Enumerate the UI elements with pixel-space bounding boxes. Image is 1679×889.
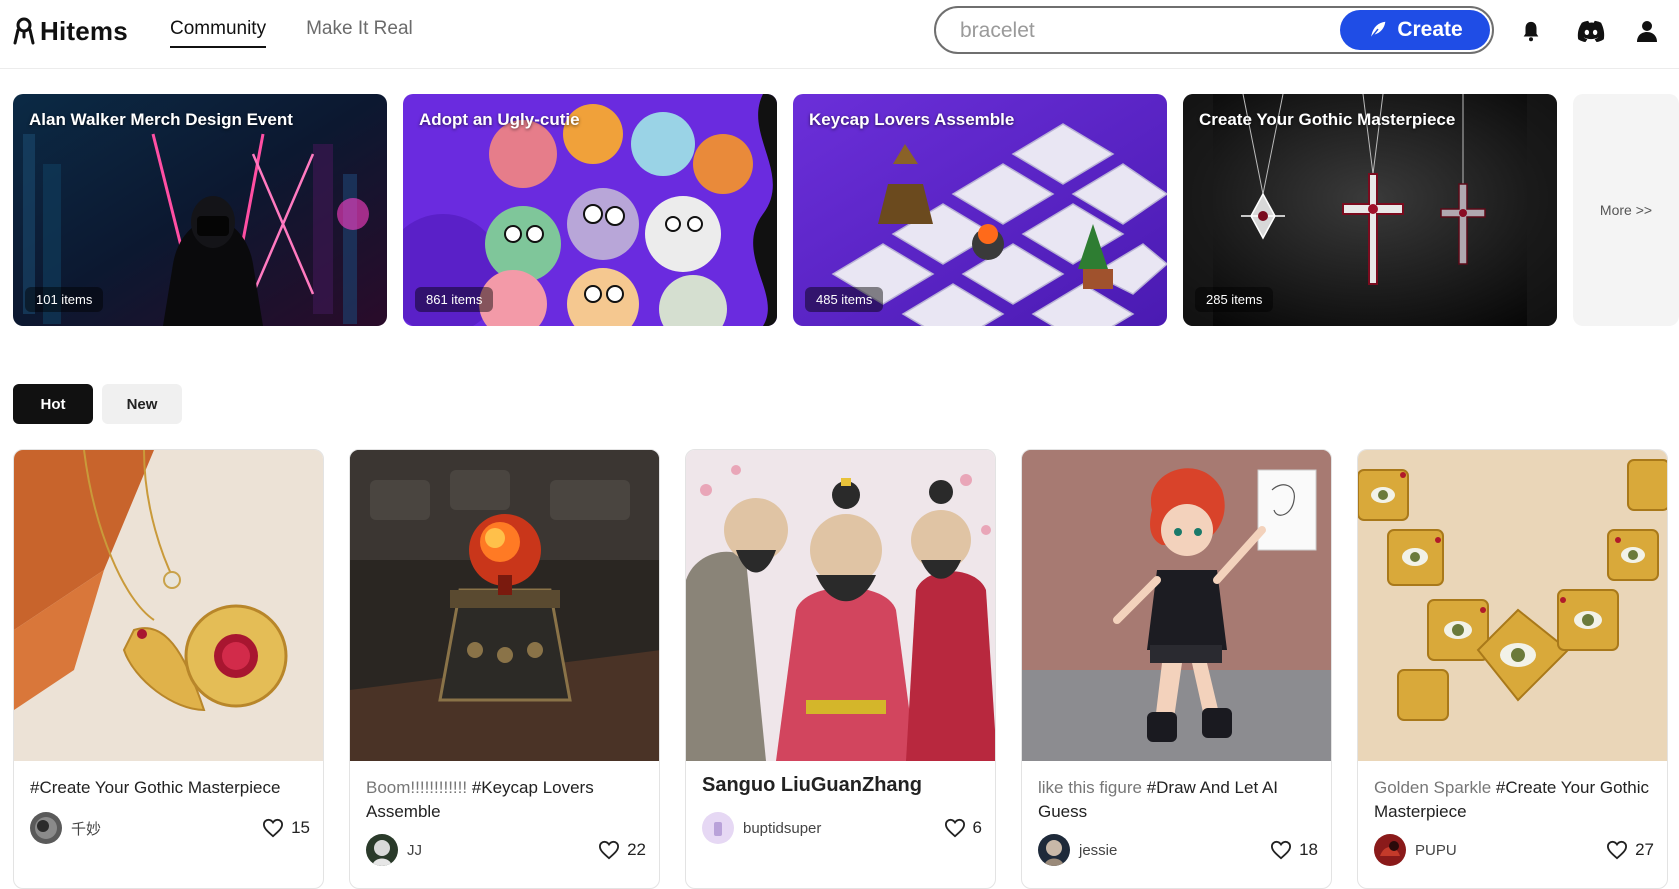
banner-gothic[interactable]: Create Your Gothic Masterpiece 285 items (1183, 94, 1557, 326)
filter-hot[interactable]: Hot (13, 384, 93, 424)
banner-count: 285 items (1195, 287, 1274, 312)
username[interactable]: 千妙 (71, 818, 101, 839)
feather-icon (1370, 21, 1386, 39)
post-card[interactable]: Sanguo LiuGuanZhang buptidsuper 6 (685, 449, 996, 889)
like-button[interactable]: 27 (1606, 840, 1654, 860)
banner-title: Alan Walker Merch Design Event (29, 110, 293, 129)
post-image (686, 450, 995, 761)
heart-icon (263, 818, 284, 838)
banner-title: Adopt an Ugly-cutie (419, 110, 580, 129)
search-box: Create (934, 6, 1494, 54)
avatar[interactable] (366, 834, 398, 866)
banner-count: 101 items (25, 287, 104, 312)
post-caption-text: like this figure (1038, 778, 1147, 797)
heart-icon (599, 840, 620, 860)
banner-title: Create Your Gothic Masterpiece (1199, 110, 1456, 129)
post-footer: JJ 22 (366, 833, 646, 867)
top-header: Hitems Community Make It Real Create (0, 0, 1679, 69)
heart-icon (1271, 840, 1292, 860)
post-caption: Golden Sparkle #Create Your Gothic Maste… (1374, 776, 1659, 824)
create-button[interactable]: Create (1340, 10, 1490, 50)
more-events-button[interactable]: More >> (1573, 94, 1679, 326)
post-footer: 千妙 15 (30, 811, 310, 845)
post-footer: jessie 18 (1038, 833, 1318, 867)
username[interactable]: jessie (1079, 842, 1117, 859)
event-banners: Alan Walker Merch Design Event 101 items (13, 94, 1679, 326)
logo-text: Hitems (40, 15, 128, 46)
avatar[interactable] (1038, 834, 1070, 866)
post-caption: like this figure #Draw And Let AI Guess (1038, 776, 1323, 824)
banner-title: Keycap Lovers Assemble (809, 110, 1015, 129)
banner-alan-walker[interactable]: Alan Walker Merch Design Event 101 items (13, 94, 387, 326)
avatar[interactable] (30, 812, 62, 844)
heart-icon (1607, 840, 1628, 860)
banner-keycap[interactable]: Keycap Lovers Assemble 485 items (793, 94, 1167, 326)
post-title: Sanguo LiuGuanZhang (702, 774, 922, 796)
post-tag[interactable]: #Create Your Gothic Masterpiece (30, 778, 280, 797)
post-card[interactable]: like this figure #Draw And Let AI Guess … (1021, 449, 1332, 889)
like-button[interactable]: 6 (944, 818, 982, 838)
logo-icon (13, 17, 35, 45)
post-image (1022, 450, 1331, 761)
like-count: 6 (972, 818, 982, 837)
username[interactable]: JJ (407, 842, 422, 859)
main-nav: Community Make It Real (170, 18, 413, 48)
avatar[interactable] (1374, 834, 1406, 866)
post-card[interactable]: Golden Sparkle #Create Your Gothic Maste… (1357, 449, 1668, 889)
like-count: 18 (1299, 840, 1318, 859)
post-caption: Boom!!!!!!!!!!!! #Keycap Lovers Assemble (366, 776, 651, 824)
like-button[interactable]: 22 (598, 840, 646, 860)
post-image (350, 450, 659, 761)
post-card[interactable]: Boom!!!!!!!!!!!! #Keycap Lovers Assemble… (349, 449, 660, 889)
user-icon[interactable] (1632, 16, 1662, 46)
heart-icon (944, 818, 965, 838)
avatar[interactable] (702, 812, 734, 844)
post-caption-text: Boom!!!!!!!!!!!! (366, 778, 472, 797)
nav-community[interactable]: Community (170, 18, 267, 48)
like-button[interactable]: 18 (1270, 840, 1318, 860)
like-count: 27 (1635, 840, 1654, 859)
post-footer: PUPU 27 (1374, 833, 1654, 867)
username[interactable]: PUPU (1415, 842, 1457, 859)
banner-ugly-cutie[interactable]: Adopt an Ugly-cutie 861 items (403, 94, 777, 326)
like-count: 15 (291, 818, 310, 837)
discord-icon[interactable] (1574, 16, 1608, 46)
post-card[interactable]: #Create Your Gothic Masterpiece 千妙 15 (13, 449, 324, 889)
post-caption: #Create Your Gothic Masterpiece (30, 776, 315, 800)
like-count: 22 (627, 840, 646, 859)
post-image (1358, 450, 1667, 761)
nav-make-it-real[interactable]: Make It Real (306, 18, 413, 48)
logo[interactable]: Hitems (12, 14, 128, 48)
username[interactable]: buptidsuper (743, 820, 821, 837)
post-image (14, 450, 323, 761)
sort-filters: Hot New (13, 384, 182, 424)
like-button[interactable]: 15 (262, 818, 310, 838)
banner-count: 485 items (805, 287, 884, 312)
create-label: Create (1397, 18, 1463, 41)
search-input[interactable] (960, 18, 1320, 44)
filter-new[interactable]: New (102, 384, 182, 424)
bell-icon[interactable] (1516, 16, 1546, 46)
banner-count: 861 items (415, 287, 494, 312)
post-footer: buptidsuper 6 (702, 811, 982, 845)
post-caption-text: Golden Sparkle (1374, 778, 1496, 797)
